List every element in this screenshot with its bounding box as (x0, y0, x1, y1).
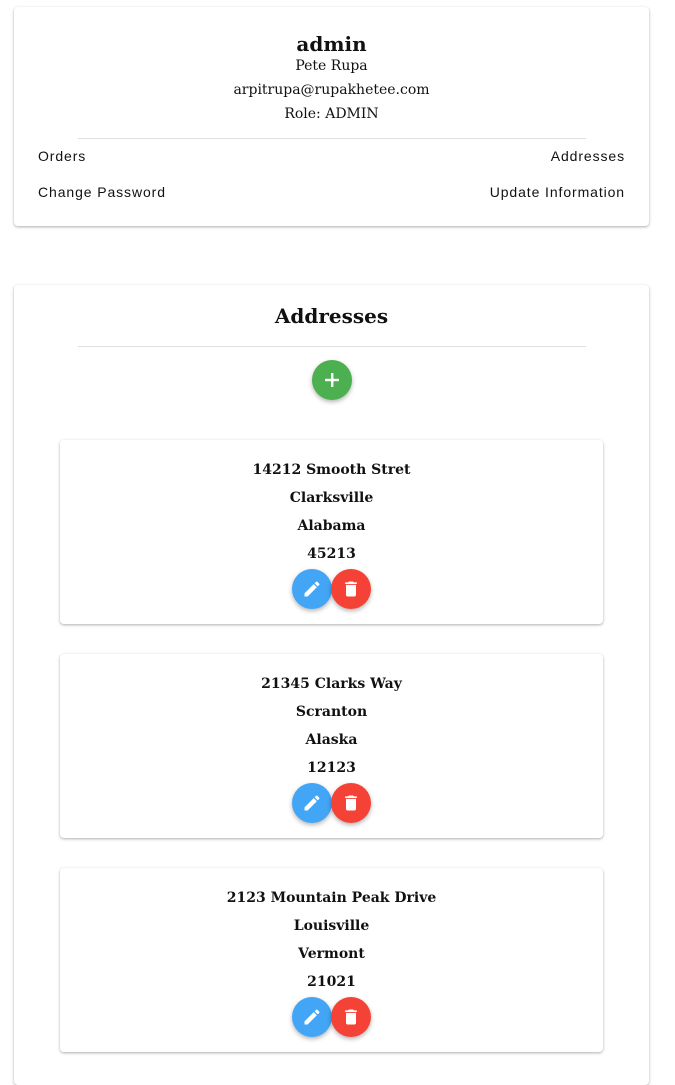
pencil-icon (304, 581, 320, 597)
email-address: arpitrupa@rupakhetee.com (233, 82, 430, 98)
add-address-button[interactable] (312, 360, 352, 400)
full-name: Pete Rupa (295, 58, 368, 74)
profile-card: admin Pete Rupa arpitrupa@rupakhetee.com… (14, 7, 649, 226)
address-zip: 12123 (307, 760, 356, 776)
address-street: 2123 Mountain Peak Drive (226, 890, 437, 906)
address-city: Clarksville (289, 490, 374, 506)
edit-address-button[interactable] (292, 569, 332, 609)
delete-address-button[interactable] (331, 997, 371, 1037)
delete-address-button[interactable] (331, 783, 371, 823)
addresses-title: Addresses (274, 304, 389, 328)
role-line: Role: ADMIN (14, 105, 649, 123)
address-zip: 21021 (307, 974, 356, 990)
address-state: Alaska (305, 732, 358, 748)
addresses-link[interactable]: Addresses (551, 147, 625, 165)
address-street: 21345 Clarks Way (261, 676, 402, 692)
address-state: Alabama (297, 518, 366, 534)
role-value: ADMIN (325, 106, 379, 122)
address-city: Louisville (293, 918, 370, 934)
profile-divider (78, 138, 586, 139)
orders-link[interactable]: Orders (38, 147, 86, 165)
plus-icon (325, 373, 339, 387)
address-city: Scranton (295, 704, 368, 720)
address-zip: 45213 (307, 546, 356, 562)
edit-address-button[interactable] (292, 997, 332, 1037)
trash-icon (345, 795, 357, 811)
address-street: 14212 Smooth Stret (252, 462, 411, 478)
role-label: Role: (284, 106, 321, 122)
pencil-icon (304, 1009, 320, 1025)
address-card: 14212 Smooth Stret Clarksville Alabama 4… (60, 440, 603, 624)
update-information-link[interactable]: Update Information (490, 183, 625, 201)
trash-icon (345, 581, 357, 597)
address-card: 2123 Mountain Peak Drive Louisville Verm… (60, 868, 603, 1052)
delete-address-button[interactable] (331, 569, 371, 609)
address-card: 21345 Clarks Way Scranton Alaska 12123 (60, 654, 603, 838)
addresses-panel: Addresses 14212 Smooth Stret Clarksville… (14, 285, 649, 1085)
edit-address-button[interactable] (292, 783, 332, 823)
change-password-link[interactable]: Change Password (38, 183, 166, 201)
trash-icon (345, 1009, 357, 1025)
addresses-divider (78, 346, 586, 347)
address-state: Vermont (298, 946, 365, 962)
username-heading: admin (296, 32, 367, 56)
pencil-icon (304, 795, 320, 811)
